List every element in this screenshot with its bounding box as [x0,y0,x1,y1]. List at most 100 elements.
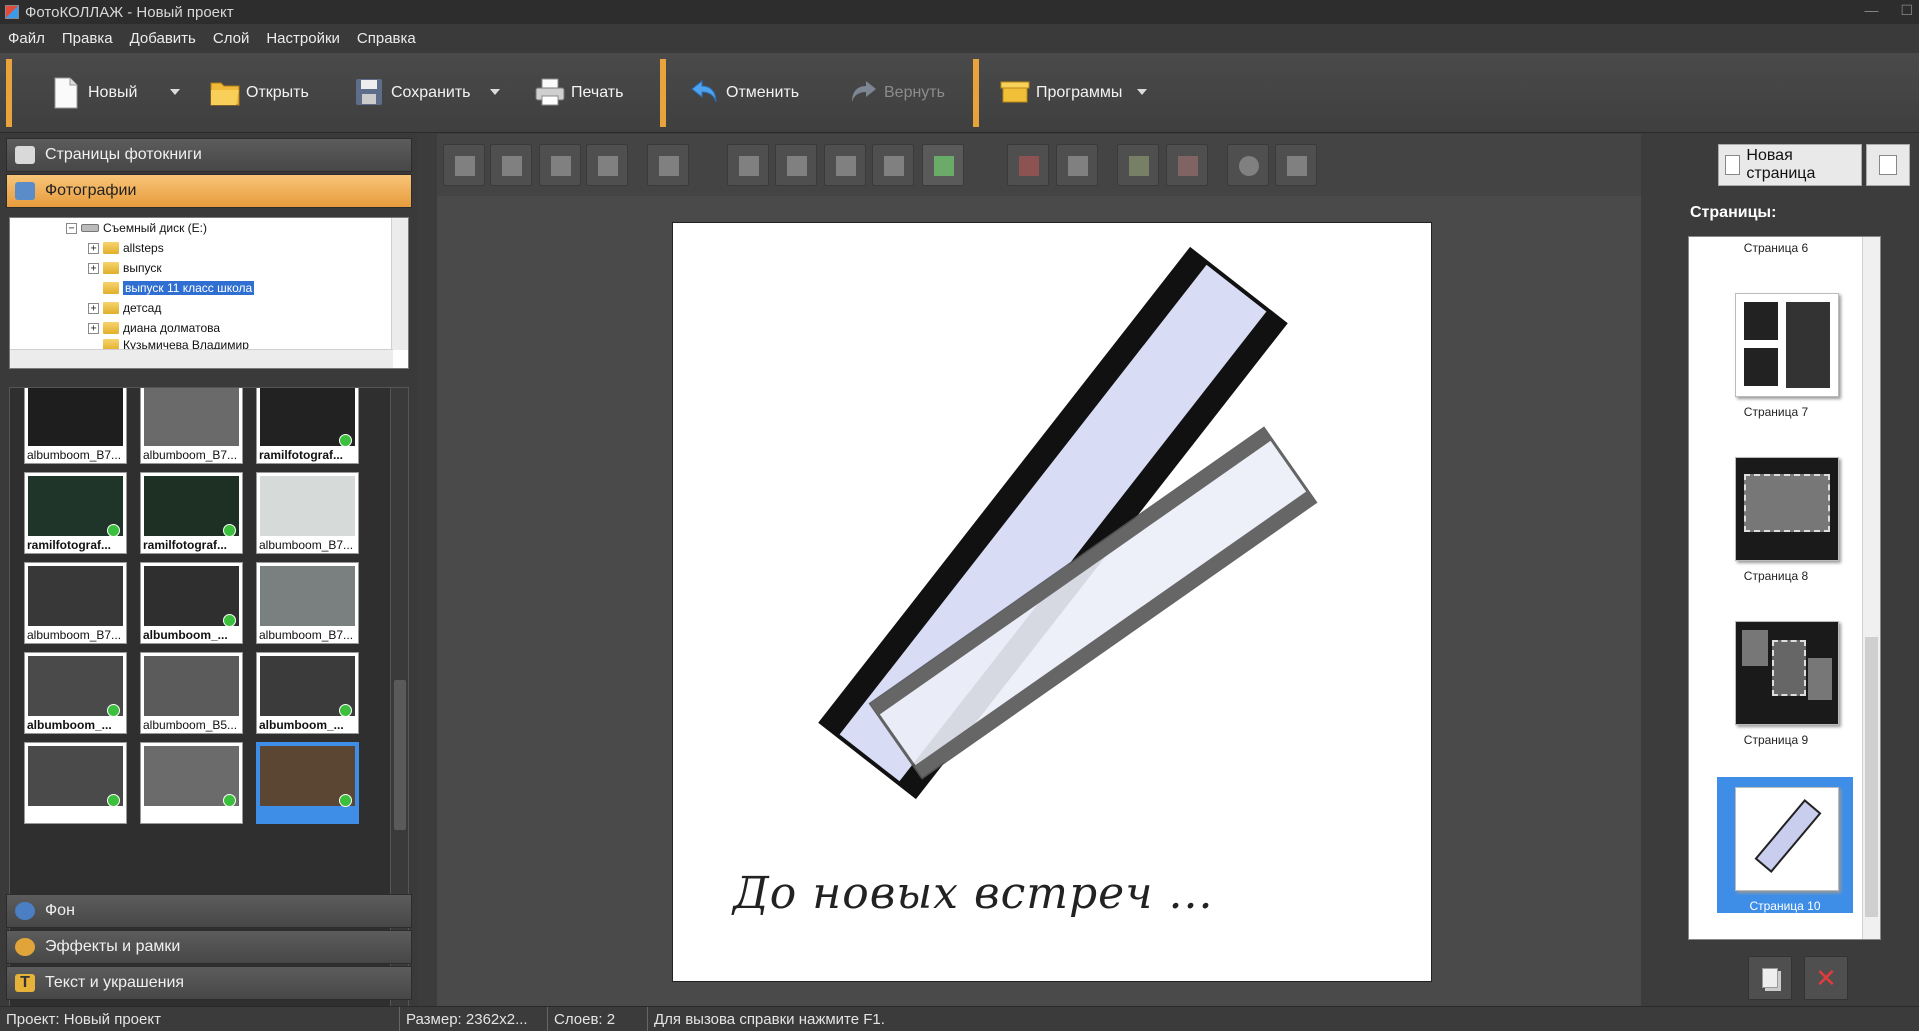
send-back-button[interactable] [586,144,628,186]
flip-horizontal-button[interactable] [824,144,866,186]
fill-image-icon [934,156,954,176]
scroll-thumb[interactable] [1865,637,1878,917]
photo-thumbnail[interactable]: albumboom_B7... [140,388,243,464]
crop-button[interactable] [1056,144,1098,186]
photo-caption: albumboom_B5... [143,718,238,732]
collage-page[interactable]: До новых встреч ... [672,222,1432,982]
tree-folder[interactable]: + выпуск [88,259,162,277]
menu-edit[interactable]: Правка [62,30,113,47]
photo-thumbnail[interactable]: ramilfotograf... [24,472,127,554]
section-background[interactable]: Фон [6,894,412,928]
flip-vertical-button[interactable] [872,144,914,186]
delete-button[interactable] [1007,144,1049,186]
photo-thumbnail[interactable]: albumboom_B5... [140,652,243,734]
open-button[interactable]: Открыть [210,65,309,121]
section-label: Эффекты и рамки [45,938,181,955]
align-icon [659,156,679,176]
photo-frame [1744,348,1778,386]
photo-thumbnail[interactable] [140,742,243,824]
photo-thumbnail[interactable]: albumboom_... [140,562,243,644]
lock-button[interactable] [1275,144,1317,186]
expand-icon[interactable]: + [88,242,99,254]
page-thumbnail[interactable] [1735,293,1839,397]
bring-forward-button[interactable] [490,144,532,186]
menu-file[interactable]: Файл [8,30,45,47]
film-strip-mini [1754,799,1822,873]
pages-scrollbar[interactable] [1862,237,1880,939]
expand-icon[interactable]: + [88,302,99,314]
photo-frame [1772,640,1806,696]
photo-thumbnail[interactable] [24,742,127,824]
folder-icon [103,322,119,334]
photo-thumbnail[interactable]: albumboom_... [24,652,127,734]
toolbar-separator [6,59,12,127]
save-dropdown-arrow[interactable] [490,89,500,95]
section-text[interactable]: T Текст и украшения [6,966,412,1000]
align-button[interactable] [647,144,689,186]
collapse-icon[interactable]: − [66,222,77,234]
photo-thumbnail[interactable]: albumboom_B7... [256,562,359,644]
bring-front-button[interactable] [443,144,485,186]
photo-thumbnail[interactable] [256,742,359,824]
status-layers: Слоев: 2 [548,1007,648,1031]
tree-folder[interactable]: + детсад [88,299,161,317]
tree-folder-selected[interactable]: выпуск 11 класс школа [103,279,255,297]
menu-add[interactable]: Добавить [130,30,196,47]
tree-drive[interactable]: − Съемный диск (E:) [66,219,207,237]
rotate-right-icon [787,156,807,176]
rotate-right-button[interactable] [775,144,817,186]
background-fill-button[interactable] [922,144,964,186]
film-strip-illustration[interactable] [673,223,1433,863]
photo-thumbnail[interactable]: albumboom_... [256,652,359,734]
section-effects[interactable]: Эффекты и рамки [6,930,412,964]
redo-button[interactable]: Вернуть [848,65,945,121]
tree-horizontal-scrollbar[interactable] [10,349,393,368]
new-page-button[interactable]: Новая страница [1718,144,1862,186]
properties-button[interactable] [1227,144,1269,186]
tree-folder[interactable]: + allsteps [88,239,164,257]
scroll-thumb[interactable] [394,680,406,830]
maximize-icon[interactable]: ☐ [1900,2,1913,19]
section-label: Фотографии [45,182,137,199]
menu-help[interactable]: Справка [357,30,416,47]
photo-thumbnail[interactable]: albumboom_B7... [24,562,127,644]
new-button[interactable]: Новый [52,65,137,121]
photos-icon [15,182,35,200]
open-label: Открыть [246,84,309,101]
save-button[interactable]: Сохранить [355,65,471,121]
programs-dropdown-arrow[interactable] [1137,89,1147,95]
expand-icon[interactable]: + [88,262,99,274]
section-photos[interactable]: Фотографии [6,174,412,208]
menu-layer[interactable]: Слой [213,30,249,47]
photo-image [28,566,123,626]
tree-folder[interactable]: + диана долматова [88,319,220,337]
menu-settings[interactable]: Настройки [266,30,340,47]
photo-thumbnail[interactable]: albumboom_B7... [256,472,359,554]
new-dropdown-arrow[interactable] [170,89,180,95]
new-document-icon [52,77,80,109]
used-check-icon [223,614,236,627]
used-check-icon [339,794,352,807]
photo-thumbnail[interactable]: ramilfotograf... [256,388,359,464]
programs-button[interactable]: Программы [1000,65,1122,121]
page-thumbnail[interactable] [1735,457,1839,561]
magic-button[interactable] [1166,144,1208,186]
page-thumbnail-selected[interactable] [1735,787,1839,891]
section-photobook-pages[interactable]: Страницы фотокниги [6,138,412,172]
effects-button[interactable] [1117,144,1159,186]
rotate-left-button[interactable] [727,144,769,186]
page-settings-button[interactable] [1866,144,1910,186]
expand-icon[interactable]: + [88,322,99,334]
undo-button[interactable]: Отменить [690,65,799,121]
page-thumbnail[interactable] [1735,621,1839,725]
send-backward-button[interactable] [539,144,581,186]
minimize-icon[interactable]: — [1864,2,1878,19]
tree-vertical-scrollbar[interactable] [391,218,408,350]
photo-thumbnail[interactable]: ramilfotograf... [140,472,243,554]
print-button[interactable]: Печать [535,65,623,121]
canvas-caption[interactable]: До новых встреч ... [733,868,1213,919]
duplicate-page-button[interactable] [1748,956,1792,1000]
delete-page-button[interactable]: ✕ [1804,956,1848,1000]
page-label: Страница 7 [1743,405,1809,419]
photo-thumbnail[interactable]: albumboom_B7... [24,388,127,464]
